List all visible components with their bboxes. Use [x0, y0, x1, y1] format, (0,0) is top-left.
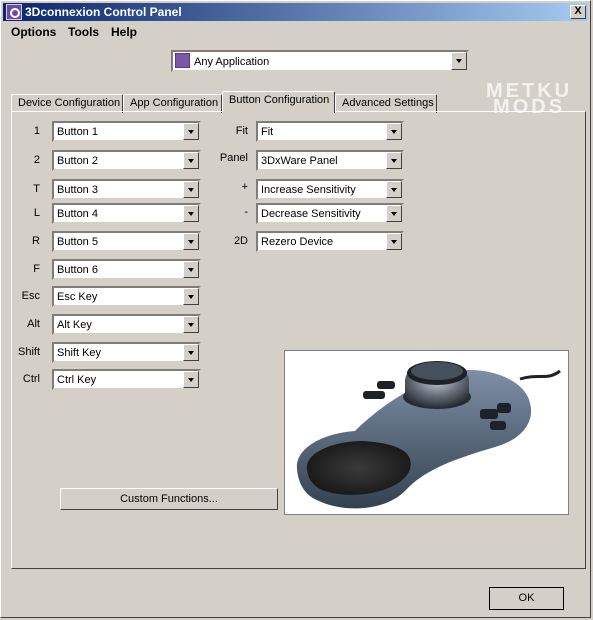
shift-select[interactable]: Shift Key: [52, 342, 201, 363]
button-1-value: Button 1: [57, 126, 98, 138]
chevron-down-icon[interactable]: [183, 344, 199, 361]
button-f-select[interactable]: Button 6: [52, 259, 201, 280]
2d-label: 2D: [233, 235, 248, 247]
chevron-down-icon[interactable]: [451, 52, 467, 70]
ctrl-select[interactable]: Ctrl Key: [52, 369, 201, 390]
plus-label: +: [241, 181, 248, 193]
control-panel-window: 3Dconnexion Control Panel X Options Tool…: [0, 0, 591, 618]
button-2-select[interactable]: Button 2: [52, 150, 201, 171]
chevron-down-icon[interactable]: [183, 316, 199, 333]
button-l-value: Button 4: [57, 208, 98, 220]
title-bar: 3Dconnexion Control Panel X: [3, 3, 588, 21]
button-f-value: Button 6: [57, 264, 98, 276]
button-l-select[interactable]: Button 4: [52, 203, 201, 224]
chevron-down-icon[interactable]: [386, 181, 402, 198]
alt-select[interactable]: Alt Key: [52, 314, 201, 335]
increase-sensitivity-select[interactable]: Increase Sensitivity: [256, 179, 404, 200]
fit-label: Fit: [235, 125, 248, 137]
chevron-down-icon[interactable]: [386, 205, 402, 222]
chevron-down-icon[interactable]: [386, 123, 402, 140]
button-r-select[interactable]: Button 5: [52, 231, 201, 252]
window-title: 3Dconnexion Control Panel: [25, 5, 182, 19]
chevron-down-icon[interactable]: [386, 233, 402, 250]
panel-value: 3DxWare Panel: [261, 155, 338, 167]
panel-label: Panel: [219, 152, 248, 164]
decrease-sensitivity-value: Decrease Sensitivity: [261, 208, 361, 220]
esc-label: Esc: [21, 290, 40, 302]
chevron-down-icon[interactable]: [183, 181, 199, 198]
ctrl-value: Ctrl Key: [57, 374, 97, 386]
button-l-label: L: [33, 207, 40, 219]
esc-value: Esc Key: [57, 291, 98, 303]
menu-help[interactable]: Help: [111, 25, 137, 39]
chevron-down-icon[interactable]: [183, 233, 199, 250]
button-r-value: Button 5: [57, 236, 98, 248]
app-icon: [6, 4, 22, 20]
tab-strip: Device Configuration App Configuration B…: [11, 91, 586, 113]
tab-button-configuration[interactable]: Button Configuration: [222, 91, 335, 113]
increase-sensitivity-value: Increase Sensitivity: [261, 184, 356, 196]
menu-tools[interactable]: Tools: [68, 25, 99, 39]
minus-label: -: [244, 206, 248, 218]
shift-label: Shift: [17, 346, 40, 358]
button-t-label: T: [33, 183, 40, 195]
button-2-value: Button 2: [57, 155, 98, 167]
fit-value: Fit: [261, 126, 274, 138]
chevron-down-icon[interactable]: [183, 288, 199, 305]
button-2-label: 2: [33, 154, 40, 166]
button-t-value: Button 3: [57, 184, 98, 196]
custom-functions-button[interactable]: Custom Functions...: [60, 488, 278, 510]
esc-select[interactable]: Esc Key: [52, 286, 201, 307]
chevron-down-icon[interactable]: [183, 152, 199, 169]
chevron-down-icon[interactable]: [386, 152, 402, 169]
rezero-select[interactable]: Rezero Device: [256, 231, 404, 252]
chevron-down-icon[interactable]: [183, 261, 199, 278]
button-1-label: 1: [33, 125, 40, 137]
ctrl-label: Ctrl: [22, 373, 40, 385]
shift-value: Shift Key: [57, 347, 102, 359]
decrease-sensitivity-select[interactable]: Decrease Sensitivity: [256, 203, 404, 224]
ok-button[interactable]: OK: [489, 587, 564, 610]
rezero-value: Rezero Device: [261, 236, 334, 248]
chevron-down-icon[interactable]: [183, 123, 199, 140]
button-f-label: F: [33, 263, 40, 275]
panel-select[interactable]: 3DxWare Panel: [256, 150, 404, 171]
button-t-select[interactable]: Button 3: [52, 179, 201, 200]
application-selector-value: Any Application: [194, 56, 270, 68]
chevron-down-icon[interactable]: [183, 371, 199, 388]
button-r-label: R: [32, 235, 40, 247]
button-1-select[interactable]: Button 1: [52, 121, 201, 142]
fit-select[interactable]: Fit: [256, 121, 404, 142]
menu-bar: Options Tools Help: [3, 22, 588, 42]
alt-label: Alt: [27, 318, 40, 330]
application-selector[interactable]: Any Application: [171, 50, 469, 72]
spaceexplorer-device-image: [284, 350, 569, 515]
application-icon: [175, 53, 190, 68]
menu-options[interactable]: Options: [11, 25, 56, 39]
chevron-down-icon[interactable]: [183, 205, 199, 222]
close-button[interactable]: X: [570, 5, 586, 19]
alt-value: Alt Key: [57, 319, 92, 331]
